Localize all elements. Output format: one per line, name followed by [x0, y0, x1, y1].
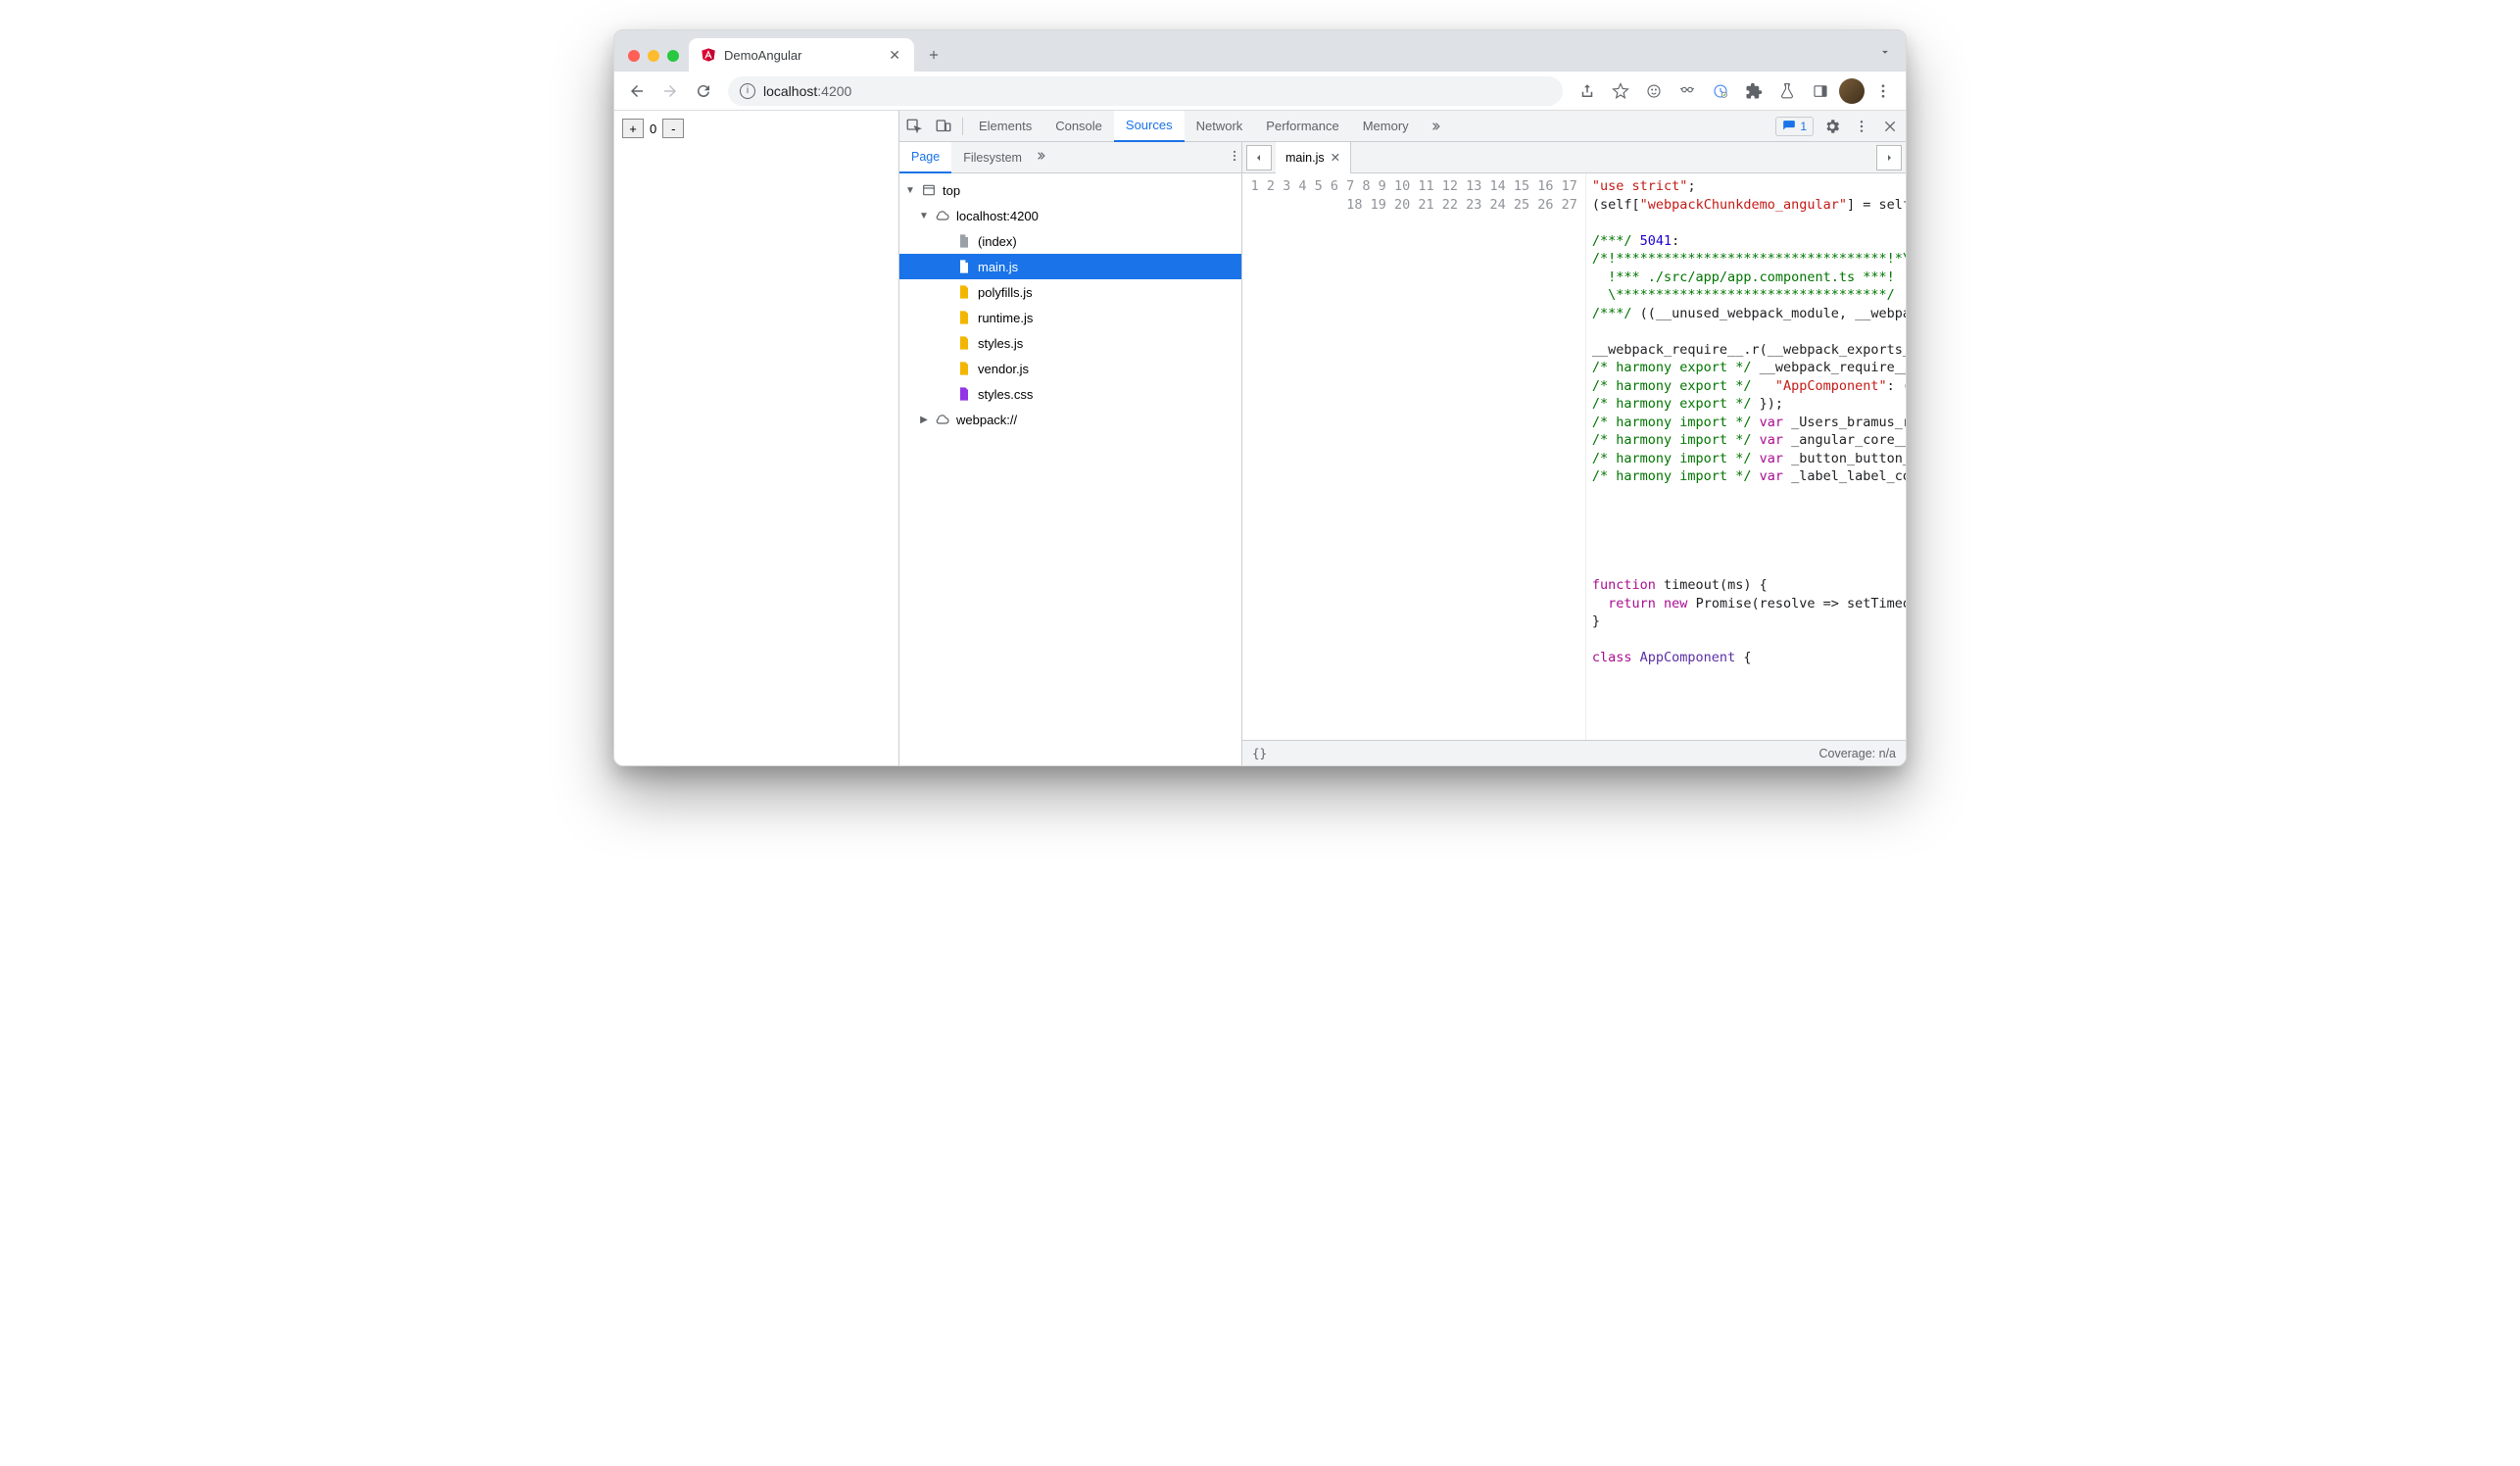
inspect-element-icon[interactable] [899, 112, 929, 141]
devtools-more-tabs-icon[interactable] [1421, 112, 1450, 141]
css-file-icon [956, 386, 972, 402]
devtools-body: Page Filesystem ▼top ▼localhost:4200 (in… [899, 142, 1906, 765]
forward-button[interactable] [655, 76, 685, 106]
js-file-icon [956, 361, 972, 376]
close-window-button[interactable] [628, 50, 640, 62]
code-content: "use strict"; (self["webpackChunkdemo_an… [1586, 173, 1906, 740]
pretty-print-button[interactable]: {} [1242, 746, 1277, 760]
labs-icon[interactable] [1772, 76, 1802, 106]
devtools-tab-performance[interactable]: Performance [1254, 111, 1350, 142]
tree-file-polyfills-js[interactable]: polyfills.js [899, 279, 1241, 305]
device-toolbar-icon[interactable] [929, 112, 958, 141]
increment-button[interactable]: + [622, 119, 644, 138]
js-file-icon [956, 335, 972, 351]
devtools-tabbar: Elements Console Sources Network Perform… [899, 111, 1906, 142]
share-icon[interactable] [1573, 76, 1602, 106]
new-tab-button[interactable] [920, 41, 947, 69]
code-editor[interactable]: 1 2 3 4 5 6 7 8 9 10 11 12 13 14 15 16 1… [1242, 173, 1906, 740]
devtools-settings-icon[interactable] [1817, 112, 1847, 141]
reload-button[interactable] [689, 76, 718, 106]
url-text: localhost:4200 [763, 83, 851, 99]
document-icon [956, 233, 972, 249]
frame-icon [921, 182, 937, 198]
address-bar[interactable]: i localhost:4200 [728, 76, 1563, 106]
tree-file-index[interactable]: (index) [899, 228, 1241, 254]
issues-button[interactable]: 1 [1775, 117, 1814, 136]
show-debugger-icon[interactable] [1876, 145, 1902, 171]
tree-file-main-js[interactable]: main.js [899, 254, 1241, 279]
devtools-tab-console[interactable]: Console [1043, 111, 1114, 142]
toolbar-right-icons [1573, 76, 1898, 106]
bookmark-star-icon[interactable] [1606, 76, 1635, 106]
decrement-button[interactable]: - [662, 119, 684, 138]
tree-file-runtime-js[interactable]: runtime.js [899, 305, 1241, 330]
chrome-menu-icon[interactable] [1868, 76, 1898, 106]
extensions-icon[interactable] [1739, 76, 1769, 106]
devtools-panel: Elements Console Sources Network Perform… [898, 111, 1906, 765]
file-tree[interactable]: ▼top ▼localhost:4200 (index) main.js pol… [899, 173, 1241, 765]
extension-icon-2[interactable] [1672, 76, 1702, 106]
counter-value: 0 [648, 122, 658, 136]
cloud-icon [935, 412, 950, 427]
tab-close-button[interactable]: ✕ [887, 45, 902, 66]
cloud-icon [935, 208, 950, 223]
devtools-tab-memory[interactable]: Memory [1351, 111, 1421, 142]
navigator-tabbar: Page Filesystem [899, 142, 1241, 173]
devtools-tab-elements[interactable]: Elements [967, 111, 1043, 142]
profile-avatar[interactable] [1839, 78, 1865, 104]
tree-file-vendor-js[interactable]: vendor.js [899, 356, 1241, 381]
minimize-window-button[interactable] [648, 50, 659, 62]
nav-more-tabs-icon[interactable] [1034, 149, 1047, 166]
editor-status-bar: {} Coverage: n/a [1242, 740, 1906, 765]
editor-tabbar: main.js✕ [1242, 142, 1906, 173]
tree-top-frame[interactable]: ▼top [899, 177, 1241, 203]
sources-navigator: Page Filesystem ▼top ▼localhost:4200 (in… [899, 142, 1242, 765]
back-button[interactable] [622, 76, 652, 106]
tab-strip: DemoAngular ✕ [614, 30, 1906, 72]
site-info-icon[interactable]: i [740, 83, 755, 99]
tree-file-styles-css[interactable]: styles.css [899, 381, 1241, 407]
content-area: + 0 - Elements Console Sources Network P… [614, 111, 1906, 765]
js-file-icon [956, 259, 972, 274]
js-file-icon [956, 284, 972, 300]
browser-window: DemoAngular ✕ i localhost:4200 [613, 29, 1907, 766]
tree-webpack[interactable]: ▶webpack:// [899, 407, 1241, 432]
issues-count: 1 [1800, 120, 1807, 133]
rendered-page: + 0 - [614, 111, 898, 765]
editor-tab-close-icon[interactable]: ✕ [1331, 150, 1340, 165]
side-panel-icon[interactable] [1806, 76, 1835, 106]
nav-tab-page[interactable]: Page [899, 142, 951, 173]
coverage-label: Coverage: n/a [1809, 747, 1906, 760]
tab-title: DemoAngular [724, 48, 879, 63]
show-navigator-icon[interactable] [1246, 145, 1272, 171]
editor-pane: main.js✕ 1 2 3 4 5 6 7 8 9 10 11 12 13 1… [1242, 142, 1906, 765]
nav-tab-filesystem[interactable]: Filesystem [951, 142, 1034, 173]
devtools-tab-sources[interactable]: Sources [1114, 111, 1185, 142]
line-gutter: 1 2 3 4 5 6 7 8 9 10 11 12 13 14 15 16 1… [1242, 173, 1586, 740]
browser-toolbar: i localhost:4200 [614, 72, 1906, 111]
tabs-dropdown-button[interactable] [1878, 45, 1892, 64]
devtools-menu-icon[interactable] [1847, 112, 1876, 141]
maximize-window-button[interactable] [667, 50, 679, 62]
js-file-icon [956, 310, 972, 325]
nav-menu-icon[interactable] [1228, 149, 1241, 166]
devtools-tab-network[interactable]: Network [1185, 111, 1255, 142]
extension-icon-3[interactable] [1706, 76, 1735, 106]
devtools-close-icon[interactable] [1876, 112, 1906, 141]
browser-tab[interactable]: DemoAngular ✕ [689, 38, 914, 72]
editor-file-tab[interactable]: main.js✕ [1276, 142, 1351, 173]
angular-favicon [701, 47, 716, 63]
window-controls [622, 50, 685, 72]
tree-origin[interactable]: ▼localhost:4200 [899, 203, 1241, 228]
extension-icon-1[interactable] [1639, 76, 1669, 106]
tree-file-styles-js[interactable]: styles.js [899, 330, 1241, 356]
